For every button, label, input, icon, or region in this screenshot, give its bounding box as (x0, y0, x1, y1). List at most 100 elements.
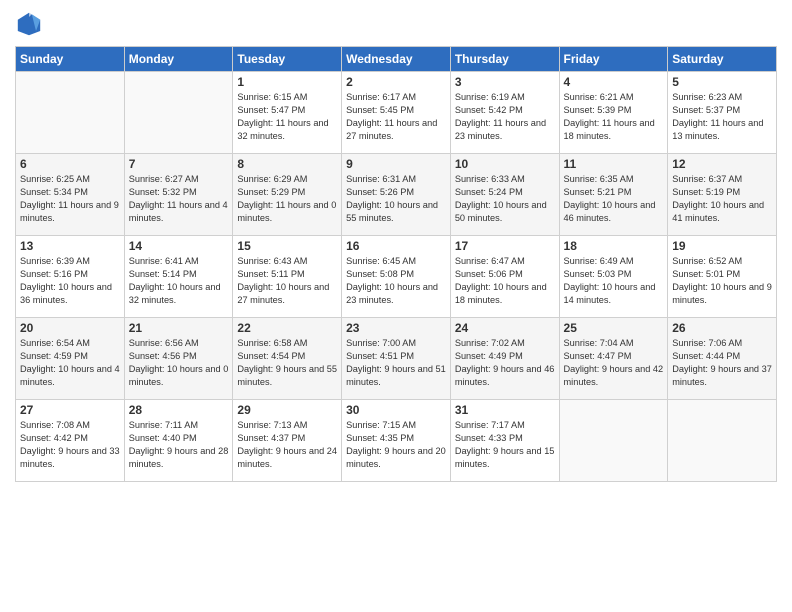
day-number: 2 (346, 75, 446, 89)
day-number: 27 (20, 403, 120, 417)
calendar-week-5: 27Sunrise: 7:08 AMSunset: 4:42 PMDayligh… (16, 400, 777, 482)
calendar-cell: 9 Sunrise: 6:31 AMSunset: 5:26 PMDaylight… (342, 154, 451, 236)
calendar-cell: 24Sunrise: 7:02 AMSunset: 4:49 PMDayligh… (450, 318, 559, 400)
cell-details: Sunrise: 6:35 AMSunset: 5:21 PMDaylight:… (564, 173, 664, 225)
calendar-cell: 31Sunrise: 7:17 AMSunset: 4:33 PMDayligh… (450, 400, 559, 482)
day-number: 11 (564, 157, 664, 171)
calendar-cell: 17Sunrise: 6:47 AMSunset: 5:06 PMDayligh… (450, 236, 559, 318)
calendar-header: SundayMondayTuesdayWednesdayThursdayFrid… (16, 47, 777, 72)
logo-icon (15, 10, 43, 38)
day-header-sunday: Sunday (16, 47, 125, 72)
calendar-cell: 15 Sunrise: 6:43 AMSunset: 5:11 PMDayligh… (233, 236, 342, 318)
day-header-thursday: Thursday (450, 47, 559, 72)
cell-details: Sunrise: 7:13 AMSunset: 4:37 PMDaylight:… (237, 419, 337, 471)
cell-details: Sunrise: 7:00 AMSunset: 4:51 PMDaylight:… (346, 337, 446, 389)
cell-details: Sunrise: 6:23 AMSunset: 5:37 PMDaylight:… (672, 91, 772, 143)
day-number: 28 (129, 403, 229, 417)
calendar-cell (668, 400, 777, 482)
day-number: 7 (129, 157, 229, 171)
calendar-cell (559, 400, 668, 482)
cell-details: Sunrise: 6:19 AMSunset: 5:42 PMDaylight:… (455, 91, 555, 143)
calendar-cell (124, 72, 233, 154)
cell-details: Sunrise: 6:56 AMSunset: 4:56 PMDaylight:… (129, 337, 229, 389)
cell-details: Sunrise: 6:39 AMSunset: 5:16 PMDaylight:… (20, 255, 120, 307)
day-number: 9 (346, 157, 446, 171)
day-number: 1 (237, 75, 337, 89)
calendar-cell: 7 Sunrise: 6:27 AMSunset: 5:32 PMDaylight… (124, 154, 233, 236)
calendar-cell: 29Sunrise: 7:13 AMSunset: 4:37 PMDayligh… (233, 400, 342, 482)
calendar-cell: 22Sunrise: 6:58 AMSunset: 4:54 PMDayligh… (233, 318, 342, 400)
day-number: 21 (129, 321, 229, 335)
calendar-week-1: 1 Sunrise: 6:15 AMSunset: 5:47 PMDaylight… (16, 72, 777, 154)
calendar-cell: 13 Sunrise: 6:39 AMSunset: 5:16 PMDayligh… (16, 236, 125, 318)
logo-area (15, 10, 47, 38)
day-number: 15 (237, 239, 337, 253)
day-number: 12 (672, 157, 772, 171)
cell-details: Sunrise: 6:17 AMSunset: 5:45 PMDaylight:… (346, 91, 446, 143)
cell-details: Sunrise: 7:04 AMSunset: 4:47 PMDaylight:… (564, 337, 664, 389)
cell-details: Sunrise: 7:02 AMSunset: 4:49 PMDaylight:… (455, 337, 555, 389)
day-header-tuesday: Tuesday (233, 47, 342, 72)
calendar-cell: 16 Sunrise: 6:45 AMSunset: 5:08 PMDayligh… (342, 236, 451, 318)
calendar-cell: 25 Sunrise: 7:04 AMSunset: 4:47 PMDayligh… (559, 318, 668, 400)
cell-details: Sunrise: 6:45 AMSunset: 5:08 PMDaylight:… (346, 255, 446, 307)
cell-details: Sunrise: 7:17 AMSunset: 4:33 PMDaylight:… (455, 419, 555, 471)
cell-details: Sunrise: 6:27 AMSunset: 5:32 PMDaylight:… (129, 173, 229, 225)
calendar-cell: 1 Sunrise: 6:15 AMSunset: 5:47 PMDaylight… (233, 72, 342, 154)
calendar-cell: 18Sunrise: 6:49 AMSunset: 5:03 PMDayligh… (559, 236, 668, 318)
header-row: SundayMondayTuesdayWednesdayThursdayFrid… (16, 47, 777, 72)
cell-details: Sunrise: 6:31 AMSunset: 5:26 PMDaylight:… (346, 173, 446, 225)
day-number: 14 (129, 239, 229, 253)
day-header-saturday: Saturday (668, 47, 777, 72)
cell-details: Sunrise: 6:21 AMSunset: 5:39 PMDaylight:… (564, 91, 664, 143)
calendar-cell: 14 Sunrise: 6:41 AMSunset: 5:14 PMDayligh… (124, 236, 233, 318)
calendar-cell: 26 Sunrise: 7:06 AMSunset: 4:44 PMDayligh… (668, 318, 777, 400)
cell-details: Sunrise: 7:11 AMSunset: 4:40 PMDaylight:… (129, 419, 229, 471)
cell-details: Sunrise: 6:29 AMSunset: 5:29 PMDaylight:… (237, 173, 337, 225)
calendar-cell: 2 Sunrise: 6:17 AMSunset: 5:45 PMDaylight… (342, 72, 451, 154)
cell-details: Sunrise: 7:06 AMSunset: 4:44 PMDaylight:… (672, 337, 772, 389)
cell-details: Sunrise: 6:58 AMSunset: 4:54 PMDaylight:… (237, 337, 337, 389)
calendar-cell: 5 Sunrise: 6:23 AMSunset: 5:37 PMDaylight… (668, 72, 777, 154)
cell-details: Sunrise: 6:15 AMSunset: 5:47 PMDaylight:… (237, 91, 337, 143)
calendar-week-3: 13 Sunrise: 6:39 AMSunset: 5:16 PMDayligh… (16, 236, 777, 318)
calendar-cell: 23 Sunrise: 7:00 AMSunset: 4:51 PMDayligh… (342, 318, 451, 400)
day-number: 30 (346, 403, 446, 417)
day-number: 19 (672, 239, 772, 253)
day-number: 13 (20, 239, 120, 253)
day-header-wednesday: Wednesday (342, 47, 451, 72)
day-number: 25 (564, 321, 664, 335)
cell-details: Sunrise: 6:52 AMSunset: 5:01 PMDaylight:… (672, 255, 772, 307)
calendar-cell: 8Sunrise: 6:29 AMSunset: 5:29 PMDaylight… (233, 154, 342, 236)
day-number: 3 (455, 75, 555, 89)
calendar-cell: 10Sunrise: 6:33 AMSunset: 5:24 PMDayligh… (450, 154, 559, 236)
day-number: 18 (564, 239, 664, 253)
day-number: 16 (346, 239, 446, 253)
cell-details: Sunrise: 7:15 AMSunset: 4:35 PMDaylight:… (346, 419, 446, 471)
cell-details: Sunrise: 6:37 AMSunset: 5:19 PMDaylight:… (672, 173, 772, 225)
calendar-cell: 30 Sunrise: 7:15 AMSunset: 4:35 PMDayligh… (342, 400, 451, 482)
calendar-cell: 27Sunrise: 7:08 AMSunset: 4:42 PMDayligh… (16, 400, 125, 482)
day-number: 4 (564, 75, 664, 89)
page: SundayMondayTuesdayWednesdayThursdayFrid… (0, 0, 792, 612)
calendar-cell: 11 Sunrise: 6:35 AMSunset: 5:21 PMDayligh… (559, 154, 668, 236)
calendar-cell: 20 Sunrise: 6:54 AMSunset: 4:59 PMDayligh… (16, 318, 125, 400)
day-header-monday: Monday (124, 47, 233, 72)
cell-details: Sunrise: 6:54 AMSunset: 4:59 PMDaylight:… (20, 337, 120, 389)
calendar-cell: 21 Sunrise: 6:56 AMSunset: 4:56 PMDayligh… (124, 318, 233, 400)
day-number: 6 (20, 157, 120, 171)
day-header-friday: Friday (559, 47, 668, 72)
cell-details: Sunrise: 6:43 AMSunset: 5:11 PMDaylight:… (237, 255, 337, 307)
calendar-table: SundayMondayTuesdayWednesdayThursdayFrid… (15, 46, 777, 482)
cell-details: Sunrise: 6:41 AMSunset: 5:14 PMDaylight:… (129, 255, 229, 307)
calendar-body: 1 Sunrise: 6:15 AMSunset: 5:47 PMDaylight… (16, 72, 777, 482)
day-number: 26 (672, 321, 772, 335)
calendar-week-4: 20 Sunrise: 6:54 AMSunset: 4:59 PMDayligh… (16, 318, 777, 400)
calendar-cell: 6Sunrise: 6:25 AMSunset: 5:34 PMDaylight… (16, 154, 125, 236)
calendar-cell: 28 Sunrise: 7:11 AMSunset: 4:40 PMDayligh… (124, 400, 233, 482)
day-number: 20 (20, 321, 120, 335)
day-number: 5 (672, 75, 772, 89)
calendar-cell: 3 Sunrise: 6:19 AMSunset: 5:42 PMDaylight… (450, 72, 559, 154)
calendar-week-2: 6Sunrise: 6:25 AMSunset: 5:34 PMDaylight… (16, 154, 777, 236)
day-number: 23 (346, 321, 446, 335)
